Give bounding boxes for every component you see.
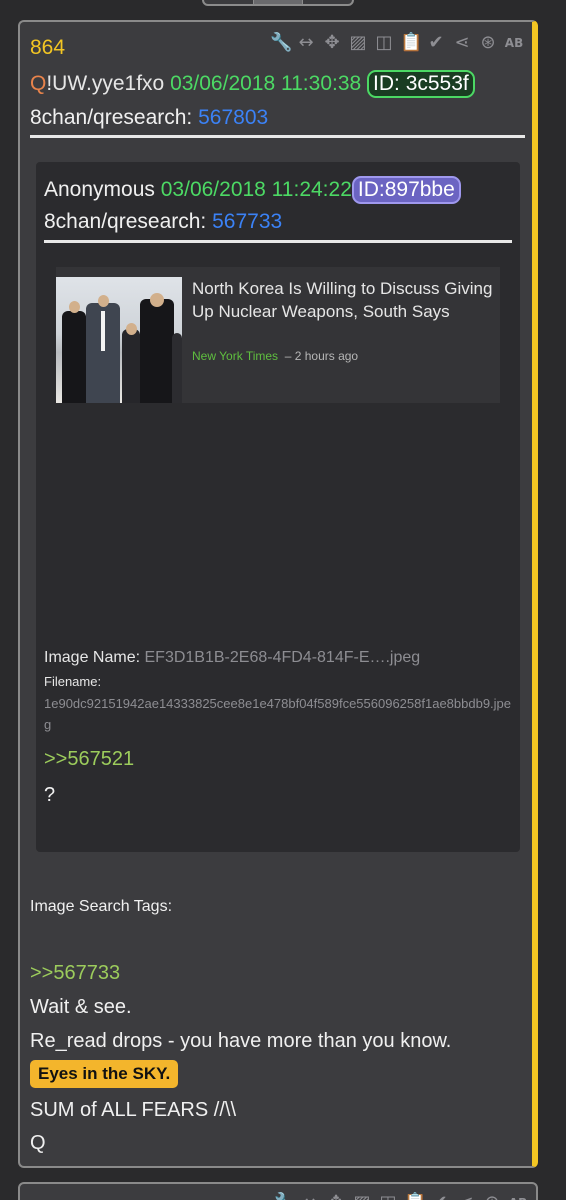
vr-headset-icon[interactable]: ◫ (374, 32, 394, 54)
quoted-post: Anonymous 03/06/2018 11:24:22 ID:897bbe 8… (36, 162, 520, 852)
tab-left[interactable] (204, 0, 254, 4)
body-line: SUM of ALL FEARS //\\ (30, 1099, 236, 1121)
trip-prefix: Q (30, 72, 47, 95)
quoted-date: 03/06/2018 11:24:22 (160, 178, 352, 201)
quoted-header: Anonymous 03/06/2018 11:24:22 ID:897bbe (44, 176, 461, 204)
post-header: Q!UW.yye1fxo 03/06/2018 11:30:38 ID: 3c5… (30, 70, 475, 98)
image-file-icon[interactable]: ▨ (348, 32, 368, 54)
image-name-line: Image Name: EF3D1B1B-2E68-4FD4-814F-E….j… (44, 649, 420, 667)
photo-figure (172, 333, 182, 403)
poster-id-badge[interactable]: ID: 3c553f (367, 70, 475, 98)
photo-figure (122, 329, 140, 403)
wrench-icon[interactable]: 🔧 (274, 1192, 296, 1200)
photo-shirt (101, 311, 105, 351)
body-line: Re_read drops - you have more than you k… (30, 1030, 452, 1052)
signature: Q (30, 1132, 46, 1154)
text-ab-icon[interactable]: AB (504, 32, 524, 54)
clipboard-icon[interactable]: 📋 (404, 1192, 426, 1200)
text-ab-icon[interactable]: AB (508, 1192, 528, 1200)
image-name-label: Image Name: (44, 649, 141, 666)
photo-figure (140, 299, 174, 403)
clipboard-check-icon[interactable]: ✔ (426, 32, 446, 54)
post-card: 864 🔧 ↔ ✥ ▨ ◫ 📋 ✔ ⋖ ⊛ AB Q!UW.yye1fxo 03… (18, 20, 538, 1168)
article-time: – 2 hours ago (284, 349, 359, 363)
quoted-post-link[interactable]: 567733 (212, 210, 282, 233)
tab-middle[interactable] (253, 0, 304, 4)
body-line: Wait & see. (30, 996, 132, 1018)
share-icon[interactable]: ⋖ (452, 32, 472, 54)
resize-arrows-icon[interactable]: ↔ (296, 32, 316, 54)
filename-value[interactable]: 1e90dc92151942ae14333825cee8e1e478bf04f5… (44, 693, 514, 735)
next-post-toolbar: 🔧 ↔ ✥ ▨ ◫ 📋 ✔ ⋖ ⊛ AB (274, 1192, 528, 1200)
caret-circle-icon[interactable]: ⊛ (482, 1192, 502, 1200)
quoted-reply-link[interactable]: >>567521 (44, 748, 134, 771)
quoted-board-line: 8chan/qresearch: 567733 (44, 210, 282, 234)
wrench-icon[interactable]: 🔧 (270, 32, 292, 54)
board-name: 8chan/qresearch: (30, 106, 193, 129)
quoted-board-name: 8chan/qresearch: (44, 210, 207, 233)
next-post-card: 🔧 ↔ ✥ ▨ ◫ 📋 ✔ ⋖ ⊛ AB (18, 1182, 538, 1200)
news-article-card[interactable]: North Korea Is Willing to Discuss Giving… (56, 267, 500, 403)
quoted-author: Anonymous (44, 178, 155, 201)
vr-headset-icon[interactable]: ◫ (378, 1192, 398, 1200)
article-photo[interactable] (56, 277, 182, 403)
post-number: 864 (30, 36, 66, 59)
move-icon[interactable]: ✥ (322, 32, 342, 54)
tab-right[interactable] (303, 0, 352, 4)
share-icon[interactable]: ⋖ (456, 1192, 476, 1200)
photo-head (98, 295, 109, 307)
photo-figure (62, 311, 86, 403)
post-board-line: 8chan/qresearch: 567803 (30, 106, 268, 130)
post-link[interactable]: 567803 (198, 106, 268, 129)
filename-label: Filename: (44, 674, 102, 689)
image-file-icon[interactable]: ▨ (352, 1192, 372, 1200)
top-tab-bar[interactable] (202, 0, 354, 6)
image-name-value[interactable]: EF3D1B1B-2E68-4FD4-814F-E….jpeg (145, 649, 421, 666)
caret-circle-icon[interactable]: ⊛ (478, 32, 498, 54)
photo-head (126, 323, 137, 335)
highlight-chip: Eyes in the SKY. (30, 1060, 179, 1088)
post-date: 03/06/2018 11:30:38 (170, 72, 362, 95)
clipboard-icon[interactable]: 📋 (400, 32, 422, 54)
article-source[interactable]: New York Times (192, 349, 278, 363)
quoted-text: ? (44, 784, 56, 806)
article-title[interactable]: North Korea Is Willing to Discuss Giving… (192, 277, 497, 323)
image-search-tags-label: Image Search Tags: (30, 898, 173, 915)
resize-arrows-icon[interactable]: ↔ (300, 1192, 320, 1200)
post-toolbar: 🔧 ↔ ✥ ▨ ◫ 📋 ✔ ⋖ ⊛ AB (270, 32, 524, 54)
photo-head (69, 301, 80, 313)
quoted-divider (44, 240, 512, 243)
highlight-line: Eyes in the SKY. (30, 1060, 179, 1088)
photo-head (150, 293, 164, 307)
reply-link[interactable]: >>567733 (30, 962, 120, 985)
tripcode: !UW.yye1fxo (46, 72, 165, 95)
clipboard-check-icon[interactable]: ✔ (430, 1192, 450, 1200)
quoted-id-badge[interactable]: ID:897bbe (351, 176, 461, 204)
header-divider (30, 135, 525, 138)
article-source-line: New York Times – 2 hours ago (192, 349, 358, 363)
move-icon[interactable]: ✥ (326, 1192, 346, 1200)
